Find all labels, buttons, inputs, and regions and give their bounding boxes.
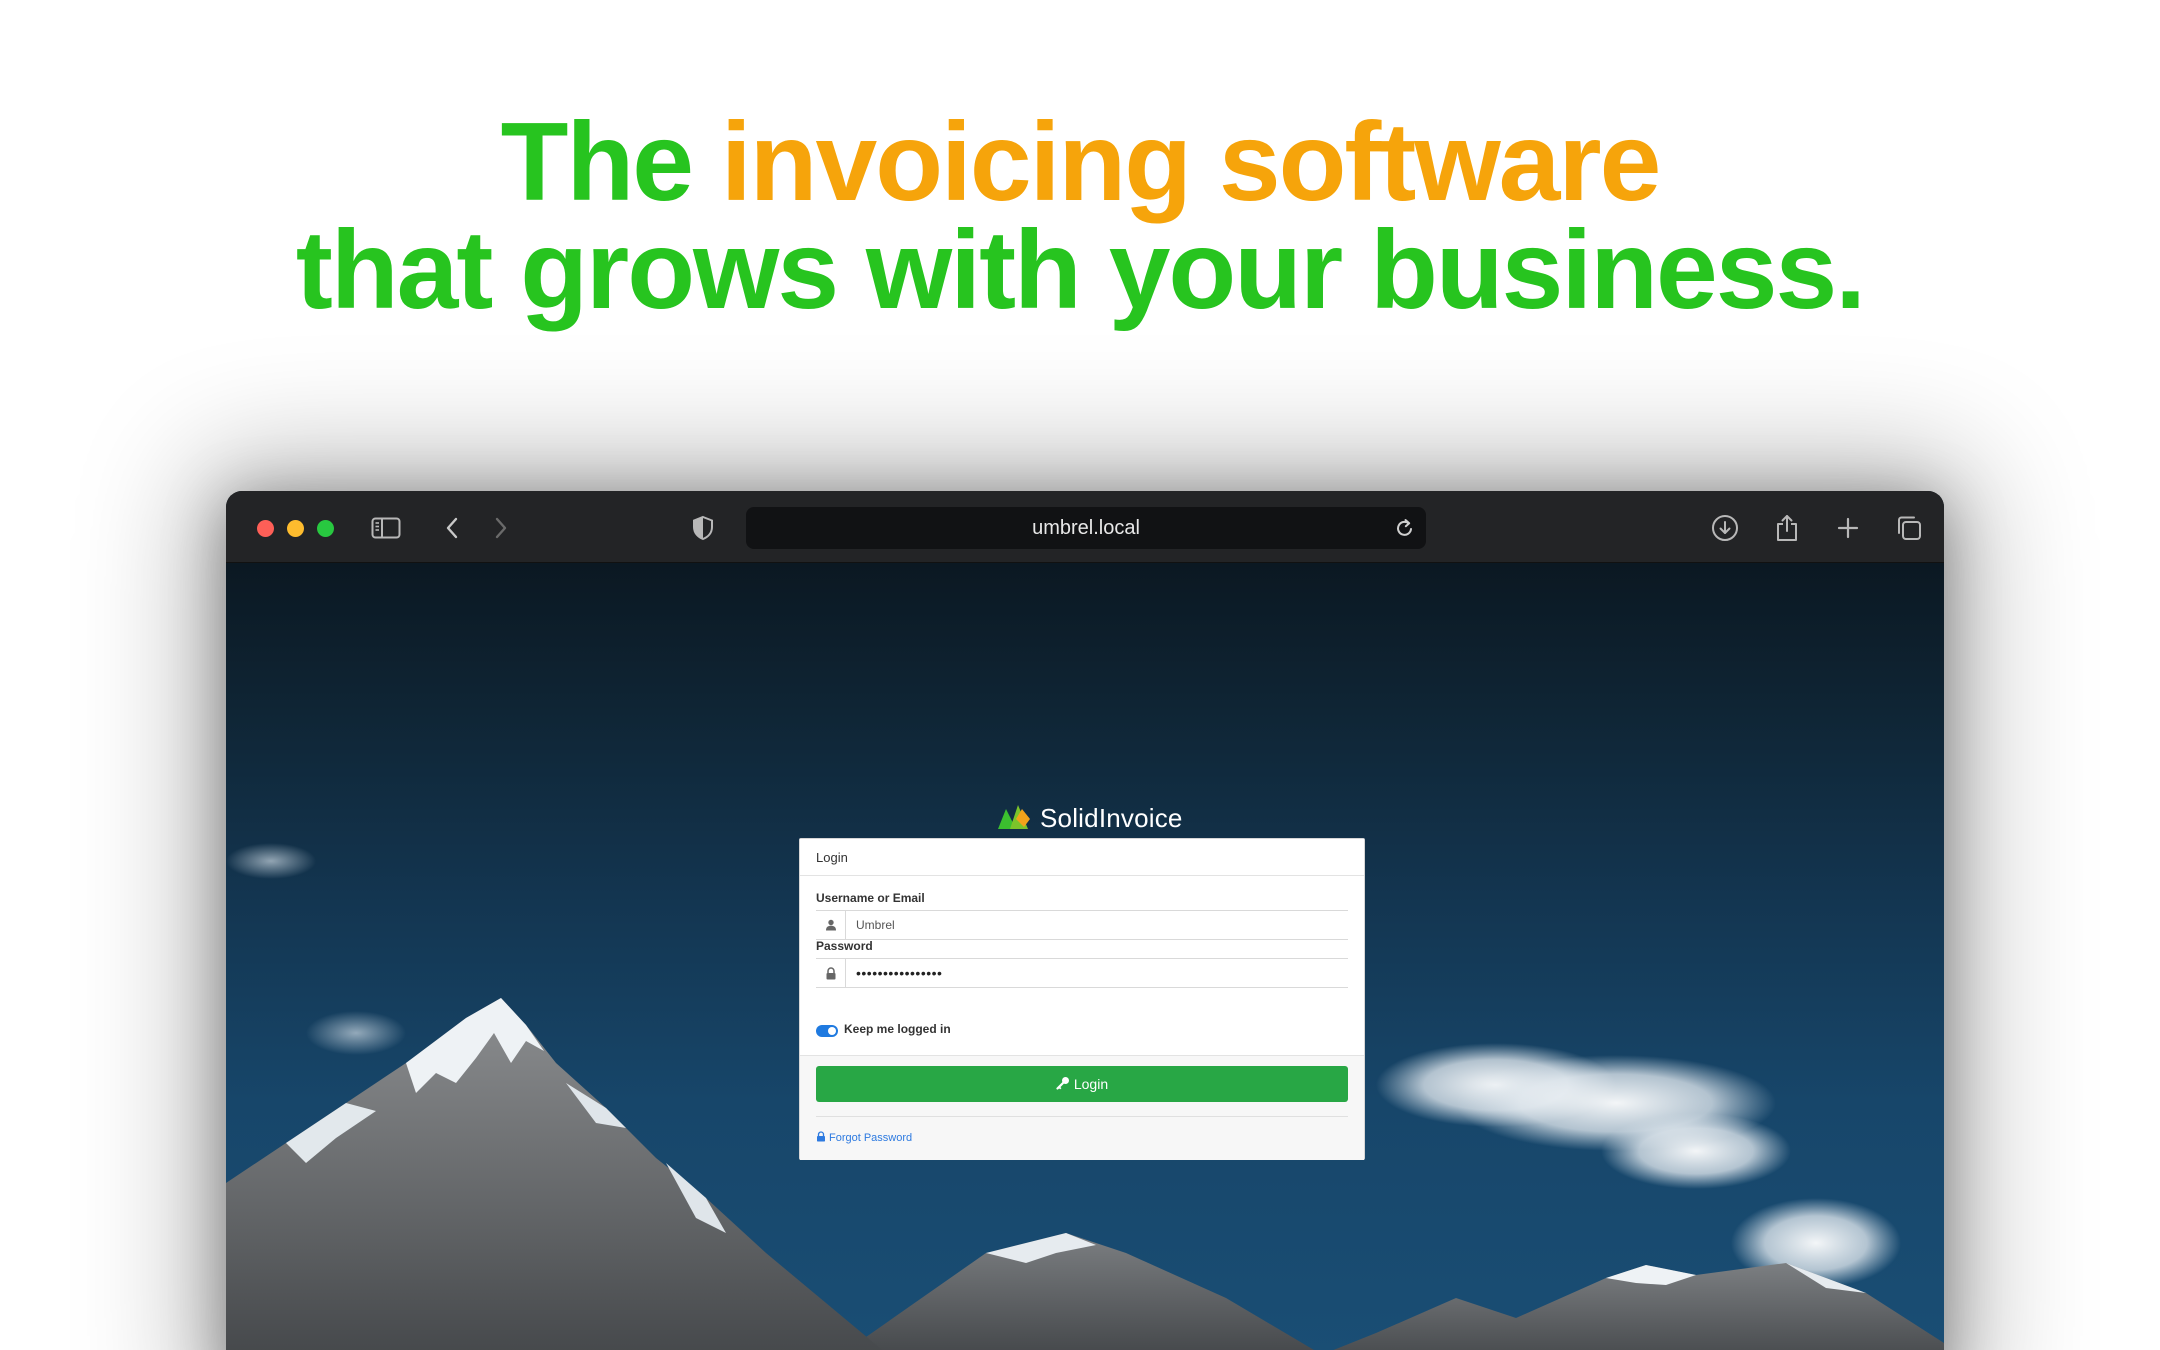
- password-field[interactable]: ••••••••••••••••: [816, 958, 1348, 988]
- new-tab-icon[interactable]: [1831, 511, 1865, 545]
- username-field[interactable]: Umbrel: [816, 910, 1348, 940]
- login-button-label: Login: [1073, 1076, 1109, 1092]
- browser-toolbar: umbrel.local: [226, 491, 1944, 563]
- sidebar-icon[interactable]: [369, 511, 403, 545]
- forgot-password-link[interactable]: Forgot Password: [816, 1131, 912, 1145]
- headline-accent: invoicing software: [720, 100, 1662, 224]
- headline-line-2: that grows with your business.: [295, 208, 1866, 332]
- user-icon: [816, 911, 846, 939]
- brand-name: SolidInvoice: [1040, 803, 1183, 833]
- headline-line-1: The invoicing software: [0, 107, 2160, 218]
- back-icon[interactable]: [435, 511, 469, 545]
- key-icon: [1056, 1076, 1070, 1093]
- share-icon[interactable]: [1770, 511, 1804, 545]
- download-icon[interactable]: [1708, 511, 1742, 545]
- forward-icon[interactable]: [484, 511, 518, 545]
- solidinvoice-logo-icon: [996, 801, 1032, 836]
- url-text[interactable]: umbrel.local: [746, 507, 1426, 549]
- address-bar[interactable]: umbrel.local: [746, 507, 1426, 549]
- username-input[interactable]: Umbrel: [856, 911, 895, 939]
- login-card: Login Username or Email Umbrel Password …: [799, 838, 1365, 1160]
- login-card-footer: Login Forgot Password: [800, 1055, 1364, 1160]
- reload-icon[interactable]: [1394, 516, 1416, 545]
- minimize-window-button[interactable]: [287, 520, 304, 537]
- close-window-button[interactable]: [257, 520, 274, 537]
- login-button[interactable]: Login: [816, 1066, 1348, 1102]
- forgot-password-label[interactable]: Forgot Password: [829, 1132, 912, 1144]
- headline-prefix: The: [500, 100, 694, 224]
- brand: SolidInvoice: [996, 801, 1183, 836]
- footer-divider: [816, 1116, 1348, 1117]
- browser-window: umbrel.local SolidInvoice Login Username…: [226, 491, 1944, 1350]
- keep-logged-in-toggle[interactable]: [816, 1025, 838, 1037]
- shield-icon[interactable]: [686, 511, 720, 545]
- zoom-window-button[interactable]: [317, 520, 334, 537]
- password-input[interactable]: ••••••••••••••••: [856, 959, 942, 987]
- keep-logged-in-label[interactable]: Keep me logged in: [844, 1022, 951, 1036]
- headline: The invoicing software that grows with y…: [0, 107, 2160, 332]
- page-content: SolidInvoice Login Username or Email Umb…: [226, 563, 1944, 1350]
- username-label: Username or Email: [816, 891, 925, 905]
- lock-icon: [816, 959, 846, 987]
- login-card-header: Login: [800, 839, 1364, 876]
- lock-small-icon: [816, 1131, 826, 1145]
- password-label: Password: [816, 939, 873, 953]
- tabs-overview-icon[interactable]: [1892, 511, 1926, 545]
